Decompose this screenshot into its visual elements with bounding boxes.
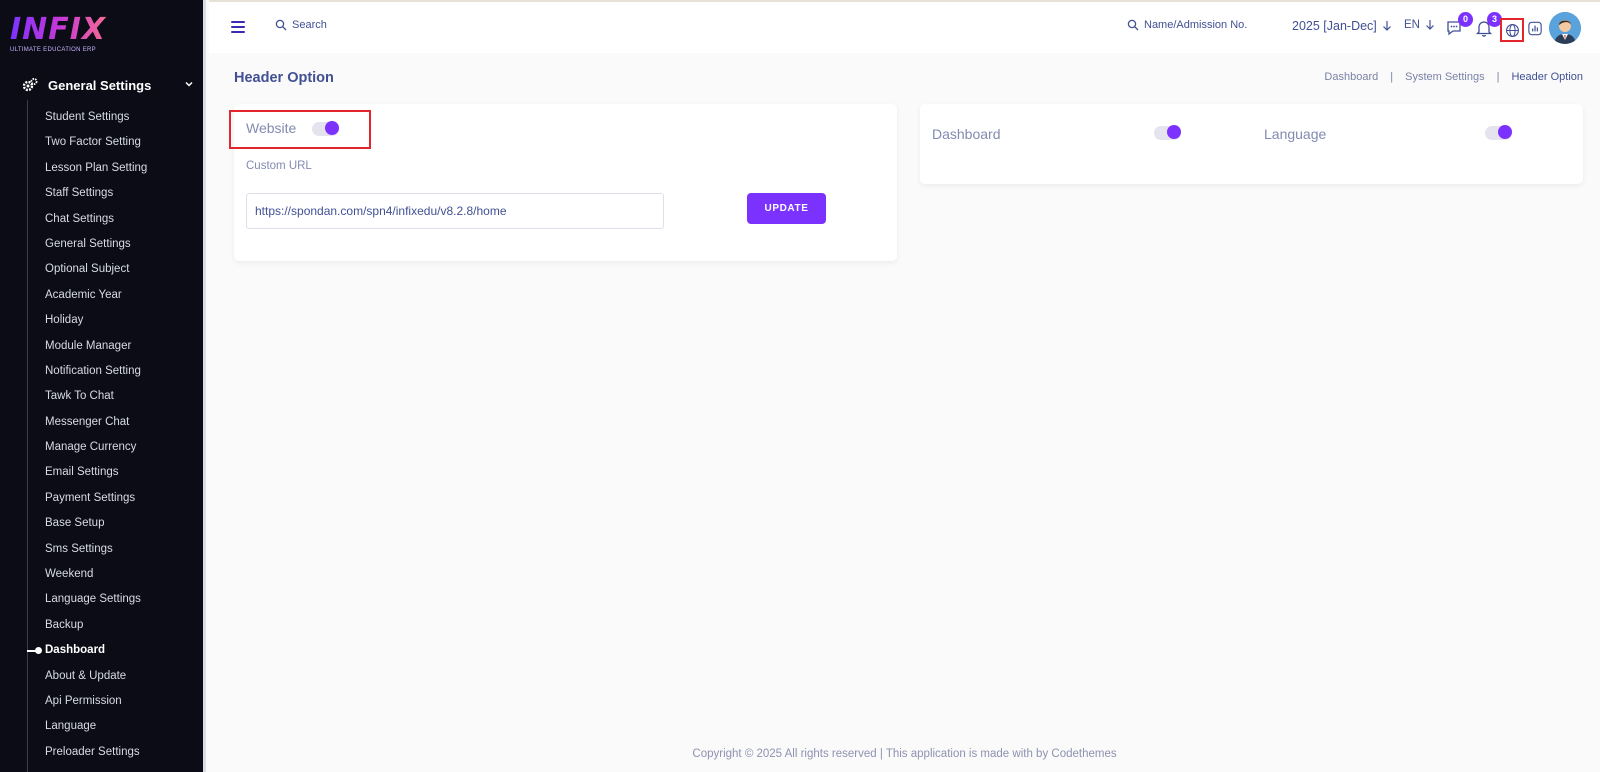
sidebar-item[interactable]: Api Permission — [45, 689, 147, 714]
language-select[interactable]: EN — [1404, 19, 1435, 31]
chat-badge: 0 — [1458, 12, 1473, 27]
dashboard-option-label: Dashboard — [932, 126, 1001, 142]
header-options-card: Dashboard Language — [920, 104, 1583, 184]
arrow-down-icon — [1426, 20, 1434, 30]
academic-year-select[interactable]: 2025 [Jan-Dec] — [1292, 19, 1392, 33]
sidebar-item[interactable]: Base Setup — [45, 511, 147, 536]
breadcrumb-dashboard[interactable]: Dashboard — [1324, 71, 1378, 83]
sidebar-item[interactable]: Language Settings — [45, 587, 147, 612]
website-globe-button[interactable] — [1500, 18, 1524, 42]
website-settings-card: Website Custom URL UPDATE — [229, 104, 897, 261]
search-label: Search — [292, 19, 327, 31]
breadcrumb-system-settings[interactable]: System Settings — [1405, 71, 1484, 83]
language-toggle[interactable] — [1485, 125, 1512, 140]
chart-icon — [1528, 21, 1542, 36]
arrow-down-icon — [1382, 21, 1391, 31]
sidebar-item[interactable]: Messenger Chat — [45, 410, 147, 435]
sidebar-item[interactable]: Two Factor Setting — [45, 130, 147, 155]
dashboard-toggle-knob — [1167, 125, 1181, 139]
top-bar: Search Name/Admission No. 2025 [Jan-Dec]… — [209, 0, 1600, 53]
update-button[interactable]: UPDATE — [747, 193, 826, 224]
language-option-label: Language — [1264, 126, 1327, 142]
globe-icon — [1505, 23, 1519, 37]
sidebar-item[interactable]: Tawk To Chat — [45, 384, 147, 409]
sidebar-item[interactable]: Email Settings — [45, 460, 147, 485]
gears-icon — [22, 78, 38, 92]
sidebar-item[interactable]: Payment Settings — [45, 486, 147, 511]
chevron-down-icon — [185, 81, 193, 87]
logo-word: INFIX — [10, 14, 110, 46]
hamburger-menu-icon[interactable] — [231, 21, 245, 33]
website-toggle[interactable] — [312, 121, 339, 136]
breadcrumb-current: Header Option — [1511, 71, 1583, 83]
logo-subtitle: ULTIMATE EDUCATION ERP — [10, 47, 96, 53]
sidebar-item[interactable]: Dashboard — [26, 638, 147, 663]
custom-url-input[interactable] — [246, 193, 664, 229]
custom-url-label: Custom URL — [246, 160, 312, 172]
footer-copyright: Copyright © 2025 All rights reserved | T… — [692, 748, 1117, 760]
sidebar-item[interactable]: Academic Year — [45, 283, 147, 308]
sidebar-item[interactable]: Backup — [45, 613, 147, 638]
sidebar-item[interactable]: Staff Settings — [45, 181, 147, 206]
admission-search-label: Name/Admission No. — [1144, 19, 1248, 31]
sidebar-item[interactable]: Language — [45, 714, 147, 739]
user-avatar[interactable] — [1549, 12, 1581, 44]
logo[interactable]: INFIX ULTIMATE EDUCATION ERP — [10, 14, 110, 58]
sidebar-item[interactable]: Preloader Settings — [45, 740, 147, 765]
academic-year-value: 2025 [Jan-Dec] — [1292, 19, 1377, 33]
sidebar-menu: Student Settings Two Factor Setting Lesson… — [26, 105, 147, 765]
sidebar-item[interactable]: General Settings — [45, 232, 147, 257]
sidebar-item[interactable]: Chat Settings — [45, 207, 147, 232]
language-toggle-knob — [1498, 125, 1512, 139]
website-label: Website — [246, 120, 297, 136]
user-avatar-icon — [1549, 12, 1581, 44]
website-toggle-knob — [325, 121, 339, 135]
page-title: Header Option — [234, 70, 334, 86]
notification-button[interactable]: 3 — [1474, 12, 1502, 38]
search-box[interactable]: Search — [275, 19, 327, 31]
sidebar-item[interactable]: Holiday — [45, 308, 147, 333]
sidebar-item[interactable]: Manage Currency — [45, 435, 147, 460]
search-icon — [275, 19, 287, 31]
sidebar-item[interactable]: Student Settings — [45, 105, 147, 130]
sidebar-item[interactable]: About & Update — [45, 664, 147, 689]
sidebar-item[interactable]: Lesson Plan Setting — [45, 156, 147, 181]
sidebar-section-general-settings[interactable]: General Settings — [22, 75, 194, 95]
sidebar-item[interactable]: Weekend — [45, 562, 147, 587]
sidebar-item[interactable]: Optional Subject — [45, 257, 147, 282]
sidebar-item[interactable]: Module Manager — [45, 334, 147, 359]
breadcrumb-separator: | — [1496, 71, 1500, 83]
breadcrumb: Dashboard | System Settings | Header Opt… — [1324, 71, 1583, 83]
sidebar-scrollbar[interactable] — [205, 455, 206, 695]
sidebar-tree-line — [27, 100, 28, 772]
sidebar-section-label: General Settings — [48, 77, 152, 93]
sidebar-item[interactable]: Notification Setting — [45, 359, 147, 384]
sidebar-item[interactable]: Sms Settings — [45, 537, 147, 562]
chat-button[interactable]: 0 — [1445, 12, 1473, 38]
dashboard-toggle[interactable] — [1154, 125, 1181, 140]
sidebar: INFIX ULTIMATE EDUCATION ERP General Set… — [0, 0, 206, 772]
language-code: EN — [1404, 19, 1420, 31]
breadcrumb-separator: | — [1390, 71, 1394, 83]
admission-search[interactable]: Name/Admission No. — [1127, 19, 1247, 31]
reports-button[interactable] — [1527, 20, 1547, 40]
search-icon — [1127, 19, 1139, 31]
